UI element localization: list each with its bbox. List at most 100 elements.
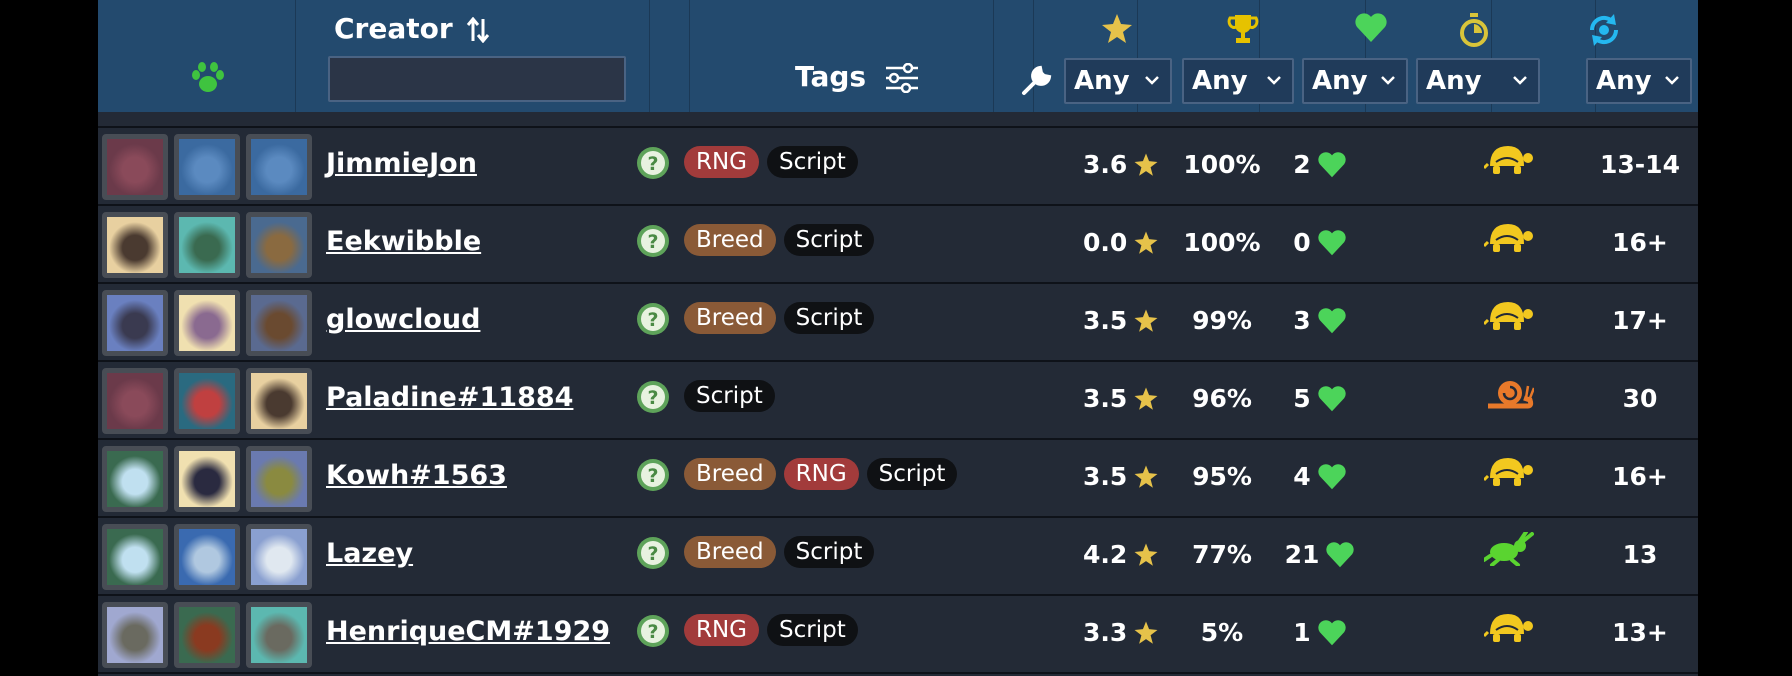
pet-thumbnail[interactable] xyxy=(102,212,168,278)
level-value: 16+ xyxy=(1612,462,1668,491)
level-value: 17+ xyxy=(1612,306,1668,335)
tag-badge: Script xyxy=(684,380,775,412)
chevron-down-icon xyxy=(1145,76,1159,85)
rating-cell: 3.5 xyxy=(1083,384,1159,413)
pet-thumbnail[interactable] xyxy=(102,524,168,590)
pet-thumbnail[interactable] xyxy=(246,134,312,200)
tag-badge: RNG xyxy=(684,146,760,178)
speed-filter-dropdown[interactable]: Any xyxy=(1416,58,1540,104)
star-icon xyxy=(1134,543,1158,566)
partial-table-row xyxy=(98,112,1698,128)
pet-thumbnail[interactable] xyxy=(246,212,312,278)
pet-thumbnail[interactable] xyxy=(102,446,168,512)
help-icon[interactable]: ? xyxy=(636,224,670,262)
help-icon[interactable]: ? xyxy=(636,380,670,418)
pet-thumbnail[interactable] xyxy=(246,602,312,668)
help-icon[interactable]: ? xyxy=(636,614,670,652)
creator-link[interactable]: Eekwibble xyxy=(326,226,481,257)
winrate-value: 100% xyxy=(1183,150,1261,179)
tag-list: Breed RNG Script xyxy=(684,458,958,490)
tag-badge: Breed xyxy=(684,536,776,568)
rating-value: 4.2 xyxy=(1083,540,1128,569)
help-icon[interactable]: ? xyxy=(636,146,670,184)
help-icon[interactable]: ? xyxy=(636,302,670,340)
winrate-value: 96% xyxy=(1192,384,1252,413)
heart-icon xyxy=(1318,385,1346,411)
winrate-cell: 100% xyxy=(1173,150,1271,179)
star-icon xyxy=(1134,465,1158,488)
creator-link[interactable]: glowcloud xyxy=(326,304,480,335)
likes-cell: 4 xyxy=(1270,462,1370,491)
help-icon[interactable]: ? xyxy=(636,458,670,496)
rating-filter-dropdown[interactable]: Any xyxy=(1064,58,1172,104)
table-row[interactable]: Paladine#11884? Script 3.5 96% 5 30 xyxy=(98,362,1698,440)
likes-cell: 1 xyxy=(1270,618,1370,647)
table-row[interactable]: Lazey? Breed Script 4.2 77% 21 13 xyxy=(98,518,1698,596)
creator-sort-header[interactable]: Creator xyxy=(334,12,490,45)
heart-icon xyxy=(1318,229,1346,255)
paw-icon xyxy=(192,62,224,92)
likes-cell: 21 xyxy=(1270,540,1370,569)
tag-list: RNG Script xyxy=(684,146,858,178)
chevron-down-icon xyxy=(1381,76,1395,85)
pets-column-header xyxy=(98,0,296,112)
tag-badge: Script xyxy=(767,614,858,646)
likes-cell: 3 xyxy=(1270,306,1370,335)
pet-thumbnail[interactable] xyxy=(102,134,168,200)
level-value: 13 xyxy=(1622,540,1658,569)
pet-thumbnail[interactable] xyxy=(102,368,168,434)
pet-thumbnail[interactable] xyxy=(246,290,312,356)
table-row[interactable]: HenriqueCM#1929? RNG Script 3.3 5% 1 13+ xyxy=(98,596,1698,674)
creator-label: Creator xyxy=(334,12,453,45)
svg-text:?: ? xyxy=(647,465,658,487)
level-cell: 13 xyxy=(1592,540,1688,569)
table-row[interactable]: glowcloud? Breed Script 3.5 99% 3 17+ xyxy=(98,284,1698,362)
tag-list: Breed Script xyxy=(684,302,875,334)
pet-thumbnail[interactable] xyxy=(174,524,240,590)
creator-link[interactable]: Paladine#11884 xyxy=(326,382,573,413)
pet-thumbnail[interactable] xyxy=(246,368,312,434)
winrate-cell: 95% xyxy=(1173,462,1271,491)
help-icon[interactable]: ? xyxy=(636,536,670,574)
creator-search-input[interactable] xyxy=(328,56,626,102)
pet-thumbnail[interactable] xyxy=(246,446,312,512)
creator-link[interactable]: Lazey xyxy=(326,538,413,569)
tag-badge: Script xyxy=(783,224,875,256)
pet-thumbnail[interactable] xyxy=(174,602,240,668)
level-cell: 13+ xyxy=(1592,618,1688,647)
info-column-header xyxy=(650,0,690,112)
pet-thumbnail[interactable] xyxy=(174,134,240,200)
tag-badge: Script xyxy=(783,302,875,334)
creator-link[interactable]: Kowh#1563 xyxy=(326,460,507,491)
chevron-down-icon xyxy=(1267,76,1281,85)
table-row[interactable]: JimmieJon? RNG Script 3.6 100% 2 13-14 xyxy=(98,128,1698,206)
table-row[interactable]: Eekwibble? Breed Script 0.0 100% 0 16+ xyxy=(98,206,1698,284)
likes-value: 2 xyxy=(1293,150,1311,179)
likes-filter-dropdown[interactable]: Any xyxy=(1302,58,1408,104)
creator-link[interactable]: HenriqueCM#1929 xyxy=(326,616,610,647)
level-filter-dropdown[interactable]: Any xyxy=(1586,58,1692,104)
winrate-filter-dropdown[interactable]: Any xyxy=(1182,58,1294,104)
tag-badge: Breed xyxy=(684,458,776,490)
tag-badge: Script xyxy=(767,146,858,178)
creator-link[interactable]: JimmieJon xyxy=(326,148,477,179)
rating-cell: 0.0 xyxy=(1083,228,1159,257)
stopwatch-icon xyxy=(1460,13,1488,47)
level-value: 13+ xyxy=(1612,618,1668,647)
pet-thumbnail[interactable] xyxy=(174,368,240,434)
pet-thumbnail[interactable] xyxy=(174,212,240,278)
pet-thumbnail[interactable] xyxy=(246,524,312,590)
pet-thumbnail[interactable] xyxy=(174,290,240,356)
level-cell: 13-14 xyxy=(1592,150,1688,179)
table-row[interactable]: Kowh#1563? Breed RNG Script 3.5 95% 4 16+ xyxy=(98,440,1698,518)
pet-thumbnail[interactable] xyxy=(102,290,168,356)
pet-thumbnail[interactable] xyxy=(174,446,240,512)
pet-thumbnail[interactable] xyxy=(102,602,168,668)
tag-badge: RNG xyxy=(783,458,859,490)
level-cell: 16+ xyxy=(1592,462,1688,491)
likes-value: 0 xyxy=(1293,228,1311,257)
tags-filter-header[interactable]: Tags xyxy=(795,60,920,93)
turtle-icon xyxy=(1482,142,1534,180)
rating-value: 3.5 xyxy=(1083,306,1128,335)
rating-value: 3.5 xyxy=(1083,384,1128,413)
